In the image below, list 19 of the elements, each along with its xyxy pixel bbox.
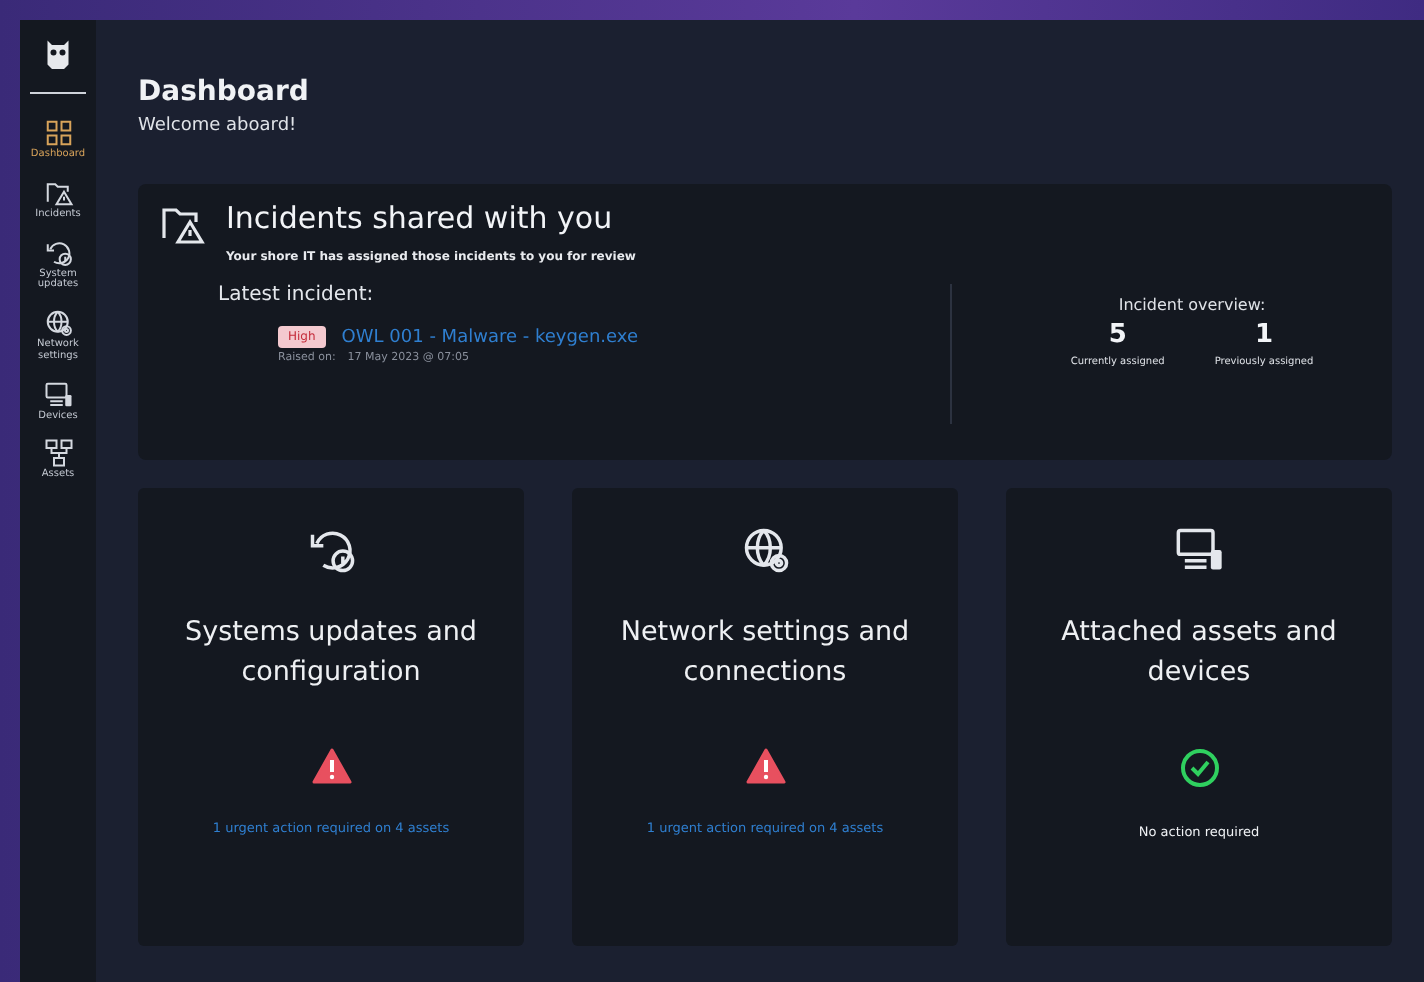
- nav-icon: [43, 177, 73, 208]
- nav-icon: [43, 308, 73, 338]
- latest-incident-label: Latest incident:: [218, 284, 376, 306]
- nav-icon: [43, 379, 73, 409]
- card-title: Incidents shared with you: [226, 200, 613, 236]
- stat-value: 1: [1254, 320, 1274, 350]
- welcome-text: Welcome aboard!: [138, 116, 299, 136]
- nav-icon: [43, 237, 73, 267]
- nav-icon: [43, 438, 73, 469]
- overview-title: Incident overview:: [1118, 296, 1266, 314]
- card-icon: [739, 524, 791, 576]
- card-title: Systems updates and configuration: [183, 614, 479, 693]
- card-title: Network settings and connections: [618, 614, 912, 693]
- stat-value: 5: [1108, 320, 1127, 350]
- nav-icon: [43, 118, 73, 148]
- card-icon: [1173, 524, 1225, 576]
- incident-link[interactable]: OWL 001 - Malware - keygen.exe: [341, 327, 639, 347]
- card-title: Attached assets and devices: [1059, 614, 1339, 693]
- page-title: Dashboard: [138, 76, 311, 108]
